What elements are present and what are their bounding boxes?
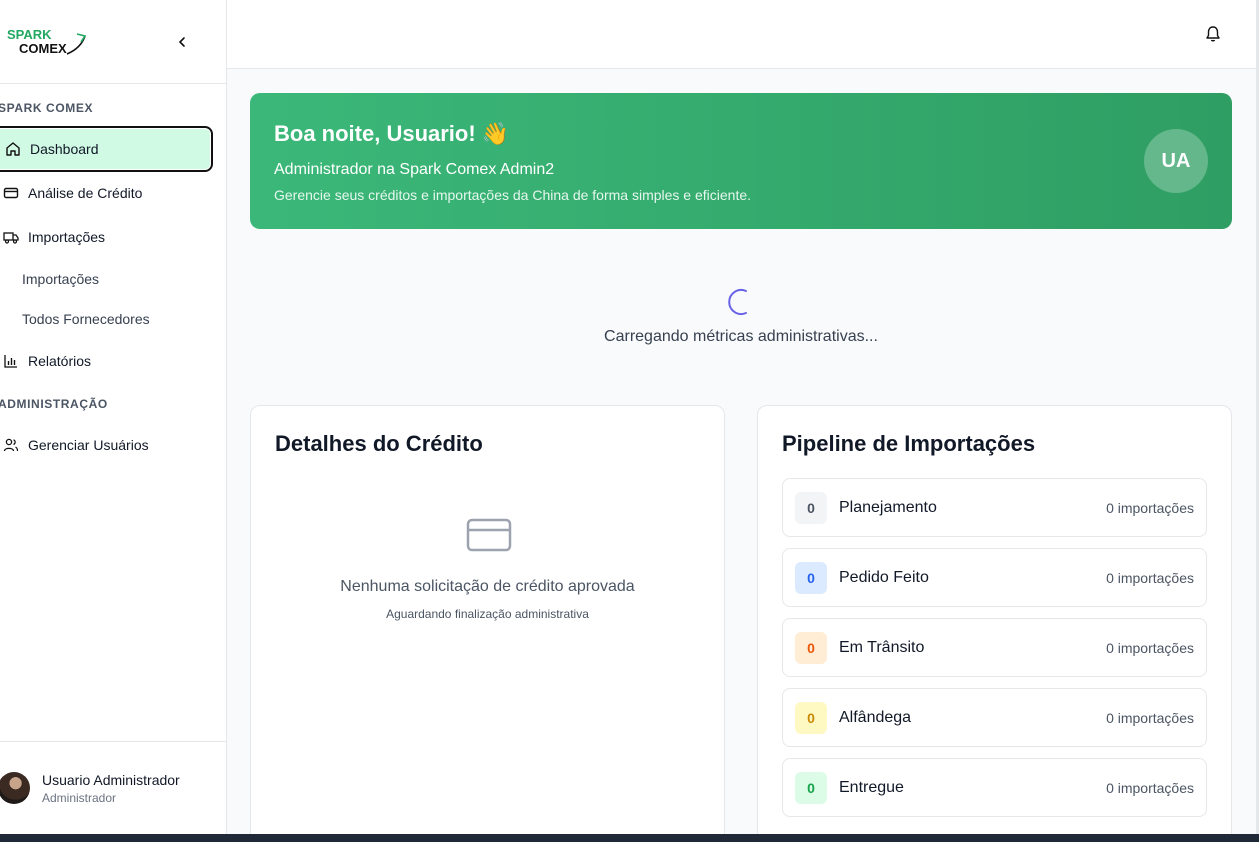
stage-import-count: 0 importações <box>1106 710 1194 726</box>
users-icon <box>2 436 20 454</box>
sidebar-header: SPARK COMEX <box>0 0 226 84</box>
pipeline-stage-delivered[interactable]: 0 Entregue 0 importações <box>782 758 1207 817</box>
pipeline-title: Pipeline de Importações <box>782 431 1036 456</box>
loading-spinner-icon <box>728 289 747 315</box>
empty-state-title: Nenhuma solicitação de crédito aprovada <box>340 578 635 595</box>
sidebar-item-manage-users[interactable]: Gerenciar Usuários <box>0 422 213 468</box>
credit-details-card: Detalhes do Crédito Nenhuma solicitação … <box>250 405 725 842</box>
pipeline-stage-planning[interactable]: 0 Planejamento 0 importações <box>782 478 1207 537</box>
user-initials-avatar: UA <box>1144 129 1208 193</box>
stage-name: Em Trânsito <box>839 639 925 656</box>
welcome-banner: Boa noite, Usuario! 👋 Administrador na S… <box>250 93 1232 229</box>
empty-state-subtitle: Aguardando finalização administrativa <box>386 607 589 621</box>
sidebar-item-imports[interactable]: Importações <box>0 214 213 260</box>
stage-import-count: 0 importações <box>1106 640 1194 656</box>
svg-text:COMEX: COMEX <box>19 41 67 56</box>
chevron-left-icon <box>178 37 185 47</box>
stage-count-badge: 0 <box>795 702 827 734</box>
welcome-description: Gerencie seus créditos e importações da … <box>274 187 752 203</box>
stage-count-badge: 0 <box>795 562 827 594</box>
sidebar-item-credit-analysis[interactable]: Análise de Crédito <box>0 170 213 216</box>
sidebar-item-label: Relatórios <box>28 353 92 369</box>
sidebar-item-label: Análise de Crédito <box>28 185 143 201</box>
pipeline-stage-order-placed[interactable]: 0 Pedido Feito 0 importações <box>782 548 1207 607</box>
sidebar: SPARK COMEX SPARK COMEX Dashboard Anális… <box>0 0 227 834</box>
sidebar-item-label: Dashboard <box>30 141 99 157</box>
user-profile[interactable]: Usuario Administrador Administrador <box>0 741 226 834</box>
imports-pipeline-card: Pipeline de Importações 0 Planejamento 0… <box>757 405 1232 842</box>
home-icon <box>4 140 22 158</box>
collapse-sidebar-button[interactable] <box>170 30 194 54</box>
section-label-main: SPARK COMEX <box>0 101 94 115</box>
spark-comex-logo[interactable]: SPARK COMEX <box>7 26 87 58</box>
stage-name: Alfândega <box>839 709 912 726</box>
top-bar <box>227 0 1256 69</box>
pipeline-stage-customs[interactable]: 0 Alfândega 0 importações <box>782 688 1207 747</box>
stage-import-count: 0 importações <box>1106 500 1194 516</box>
pipeline-stage-in-transit[interactable]: 0 Em Trânsito 0 importações <box>782 618 1207 677</box>
profile-role: Administrador <box>42 791 117 805</box>
stage-count-badge: 0 <box>795 632 827 664</box>
sidebar-item-dashboard[interactable]: Dashboard <box>0 126 213 172</box>
avatar <box>0 772 30 804</box>
stage-count-badge: 0 <box>795 492 827 524</box>
svg-text:SPARK: SPARK <box>7 27 52 42</box>
sidebar-item-reports[interactable]: Relatórios <box>0 338 213 384</box>
bar-chart-icon <box>2 352 20 370</box>
bell-icon[interactable] <box>1203 24 1223 44</box>
section-label-admin: ADMINISTRAÇÃO <box>0 397 108 411</box>
stage-name: Pedido Feito <box>839 569 929 586</box>
profile-name: Usuario Administrador <box>42 772 180 788</box>
stage-name: Entregue <box>839 779 904 796</box>
credit-card-icon <box>2 184 20 202</box>
sidebar-item-label: Importações <box>28 229 106 245</box>
stage-import-count: 0 importações <box>1106 780 1194 796</box>
loading-text: Carregando métricas administrativas... <box>604 328 878 345</box>
sidebar-subitem-imports[interactable]: Importações <box>22 271 99 287</box>
stage-import-count: 0 importações <box>1106 570 1194 586</box>
credit-card-icon <box>466 518 512 552</box>
window-bottom-bar <box>0 834 1259 842</box>
welcome-title: Boa noite, Usuario! 👋 <box>274 121 510 146</box>
truck-icon <box>2 228 20 246</box>
stage-count-badge: 0 <box>795 772 827 804</box>
welcome-subtitle: Administrador na Spark Comex Admin2 <box>274 161 555 178</box>
sidebar-subitem-suppliers[interactable]: Todos Fornecedores <box>22 311 150 327</box>
sidebar-item-label: Gerenciar Usuários <box>28 437 149 453</box>
stage-name: Planejamento <box>839 499 937 516</box>
credit-card-title: Detalhes do Crédito <box>275 431 483 456</box>
